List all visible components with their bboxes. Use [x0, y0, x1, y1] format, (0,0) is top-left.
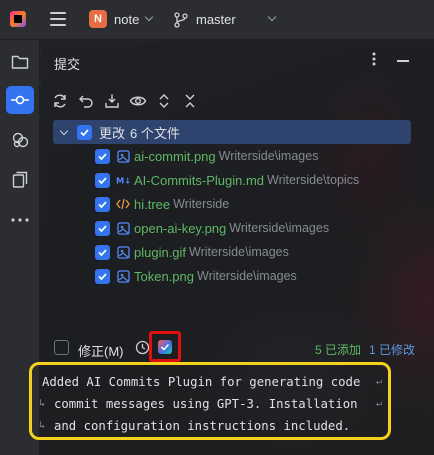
project-folder-icon[interactable]: [6, 48, 34, 76]
file-row[interactable]: M↓ AI-Commits-Plugin.md Writerside\topic…: [53, 168, 411, 192]
ide-logo-icon: [10, 11, 26, 27]
show-diff-icon[interactable]: [129, 92, 147, 110]
file-path: Writerside\images: [218, 149, 319, 163]
ai-commit-icon[interactable]: [158, 339, 172, 354]
file-path: Writerside\images: [197, 269, 297, 283]
file-checkbox[interactable]: [95, 148, 110, 164]
commit-toolbar: [51, 91, 199, 111]
file-path: Writerside\topics: [267, 173, 360, 187]
pull-requests-icon[interactable]: [6, 166, 34, 194]
file-name: plugin.gif: [134, 244, 187, 260]
soft-wrap-icon: ↵: [375, 376, 382, 387]
file-name: open-ai-key.png: [134, 220, 227, 236]
soft-wrap-icon: ↵: [375, 398, 382, 409]
chevron-down-icon[interactable]: [267, 12, 277, 22]
file-row[interactable]: plugin.gif Writerside\images: [53, 240, 411, 264]
file-checkbox[interactable]: [95, 244, 110, 260]
file-row[interactable]: ai-commit.png Writerside\images: [53, 144, 411, 168]
more-tools-icon[interactable]: [6, 206, 34, 234]
ai-assistant-icon[interactable]: [6, 126, 34, 154]
file-checkbox[interactable]: [95, 196, 110, 212]
rollback-icon[interactable]: [77, 92, 95, 110]
panel-title: 提交: [54, 57, 81, 72]
commit-message-line: ↳ and configuration instructions included…: [39, 415, 378, 437]
git-branch-icon[interactable]: [174, 12, 188, 28]
commit-message-line: Added AI Commits Plugin for generating c…: [42, 371, 382, 393]
file-row[interactable]: Token.png Writerside\images: [53, 264, 411, 288]
title-bar: N note master: [0, 0, 434, 40]
image-file-icon: [116, 245, 130, 259]
expand-all-icon[interactable]: [155, 92, 173, 110]
file-path: Writerside\images: [229, 221, 330, 235]
file-name: ai-commit.png: [134, 148, 216, 164]
image-file-icon: [116, 149, 130, 163]
soft-wrap-icon: ↳: [39, 398, 46, 409]
project-badge[interactable]: N: [89, 10, 107, 28]
changes-tree: 更改 6 个文件 ai-commit.png Writerside\images…: [53, 120, 411, 288]
refresh-icon[interactable]: [51, 92, 69, 110]
commit-history-icon[interactable]: [135, 340, 150, 355]
file-path: Writerside\images: [189, 245, 289, 259]
main-menu-icon[interactable]: [50, 12, 66, 26]
collapse-all-icon[interactable]: [181, 92, 199, 110]
xml-file-icon: [116, 197, 130, 211]
added-count: 5 已添加: [315, 343, 362, 357]
file-checkbox[interactable]: [95, 268, 110, 284]
shelve-icon[interactable]: [103, 92, 121, 110]
file-row[interactable]: hi.tree Writerside: [53, 192, 411, 216]
file-name: Token.png: [134, 268, 194, 284]
soft-wrap-icon: ↳: [39, 420, 46, 431]
more-vertical-icon[interactable]: [372, 52, 376, 69]
changelist-count: 6 个文件: [130, 125, 180, 141]
amend-checkbox[interactable]: [54, 340, 69, 355]
commit-tool-icon[interactable]: [6, 86, 34, 114]
branch-name[interactable]: master: [196, 12, 236, 27]
file-name: hi.tree: [134, 196, 171, 212]
commit-options-row: 修正(M) 5 已添加 1 已修改: [54, 331, 427, 362]
modified-count: 1 已修改: [369, 343, 416, 357]
changelist-row[interactable]: 更改 6 个文件: [53, 120, 411, 144]
file-checkbox[interactable]: [95, 172, 110, 188]
commit-message-line: ↳ commit messages using GPT-3. Installati…: [39, 393, 382, 415]
ai-commit-button-highlight: [149, 331, 181, 362]
minimize-icon[interactable]: [397, 60, 409, 62]
chevron-down-icon[interactable]: [57, 125, 71, 139]
chevron-down-icon[interactable]: [144, 12, 154, 22]
changelist-label: 更改: [99, 125, 126, 141]
amend-label[interactable]: 修正(M): [78, 341, 124, 360]
file-checkbox[interactable]: [95, 220, 110, 236]
project-name[interactable]: note: [114, 12, 139, 27]
changelist-checkbox[interactable]: [77, 124, 92, 140]
markdown-file-icon: M↓: [116, 173, 130, 187]
commit-panel: 提交 更改 6 个文件 ai-commit.png Writerside\ima…: [29, 41, 434, 455]
file-path: Writerside: [173, 197, 230, 211]
file-row[interactable]: open-ai-key.png Writerside\images: [53, 216, 411, 240]
commit-message-input[interactable]: Added AI Commits Plugin for generating c…: [29, 362, 391, 440]
svg-text:M↓: M↓: [116, 176, 130, 186]
file-name: AI-Commits-Plugin.md: [134, 172, 265, 188]
image-file-icon: [116, 221, 130, 235]
image-file-icon: [116, 269, 130, 283]
